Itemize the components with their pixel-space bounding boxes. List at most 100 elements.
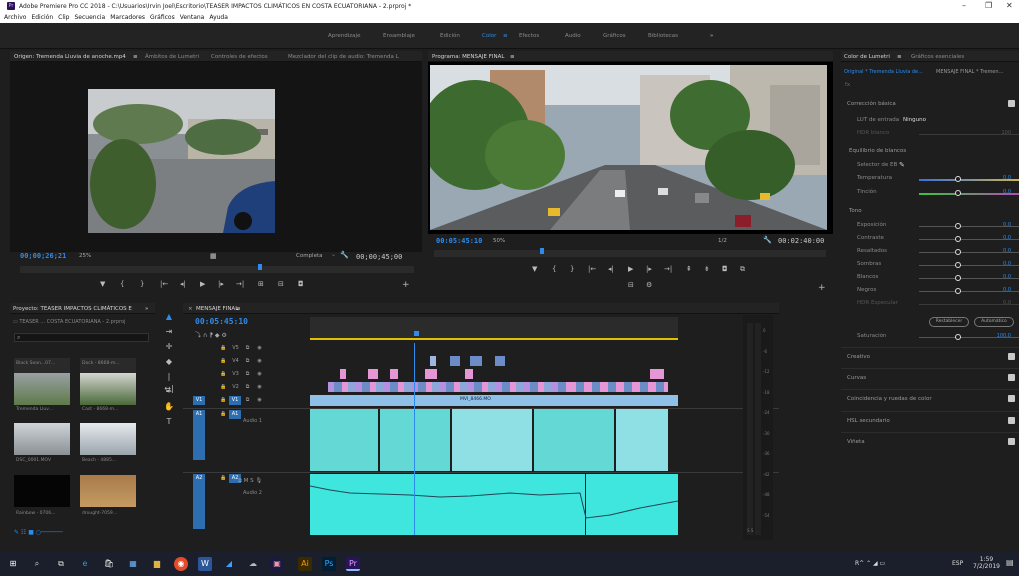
v1-label[interactable]: V1	[229, 396, 241, 405]
v2-sync-icon[interactable]: ⧉	[243, 383, 252, 392]
lumetri-source-clip[interactable]: Original * Tremenda Lluvia de...	[844, 69, 923, 75]
close-icon[interactable]: ✕	[1006, 0, 1013, 12]
program-time-ruler[interactable]	[434, 250, 826, 257]
task-view-icon[interactable]: ⧉	[54, 557, 68, 571]
workspace-menu-icon[interactable]: ≡	[503, 33, 508, 39]
program-timecode[interactable]: 00:05:45:10	[436, 237, 482, 245]
white-balance-header[interactable]: Equilibrio de blancos	[849, 148, 906, 154]
word-icon[interactable]: W	[198, 557, 212, 571]
meter-solo-labels[interactable]: S S	[747, 528, 761, 533]
workspace-ensamblaje[interactable]: Ensamblaje	[383, 33, 415, 39]
program-play-button[interactable]: ▶	[628, 265, 633, 273]
lumetri-sequence-clip[interactable]: MENSAJE FINAL * Tremen...	[936, 69, 1003, 75]
tint-value[interactable]: 0,0	[1003, 189, 1011, 195]
meter-solo-left[interactable]: S	[747, 528, 750, 533]
v4-lock-icon[interactable]: 🔒	[219, 357, 228, 366]
workspace-bibliotecas[interactable]: Bibliotecas	[648, 33, 678, 39]
app-icon-7[interactable]: ◢	[222, 557, 236, 571]
contrast-value[interactable]: 0,0	[1003, 235, 1011, 241]
project-tabs-more-icon[interactable]: »	[145, 306, 148, 312]
temperature-knob[interactable]	[955, 176, 961, 182]
color-wheels-checkbox[interactable]	[1008, 395, 1015, 402]
program-resolution[interactable]: 1/2	[718, 238, 727, 244]
program-go-in-button[interactable]: |←	[588, 265, 596, 273]
source-resolution[interactable]: Completa	[296, 253, 323, 259]
v4-sync-icon[interactable]: ⧉	[243, 357, 252, 366]
basic-correction-checkbox[interactable]	[1008, 100, 1015, 107]
v3-eye-icon[interactable]: ◉	[255, 370, 264, 379]
source-settings-icon[interactable]: 🔧	[340, 251, 349, 259]
tab-source-menu-icon[interactable]: ≡	[133, 54, 138, 60]
explorer-icon[interactable]: ▆	[150, 557, 164, 571]
workspace-graficos[interactable]: Gráficos	[603, 33, 626, 39]
v3-sync-icon[interactable]: ⧉	[243, 370, 252, 379]
project-thumb-5[interactable]	[80, 423, 136, 455]
maximize-icon[interactable]: ❐	[985, 0, 992, 12]
menu-marcadores[interactable]: Marcadores	[110, 14, 145, 21]
source-overwrite-button[interactable]: ⊟	[278, 280, 284, 288]
program-add-button[interactable]: +	[818, 283, 826, 293]
source-add-button[interactable]: +	[402, 280, 410, 290]
menu-ventana[interactable]: Ventana	[180, 14, 205, 21]
v5-sync-icon[interactable]: ⧉	[243, 344, 252, 353]
v4-eye-icon[interactable]: ◉	[255, 357, 264, 366]
v1-lock-icon[interactable]: 🔒	[219, 396, 228, 405]
workspace-edicion[interactable]: Edición	[440, 33, 460, 39]
tab-timeline[interactable]: MENSAJE FINAL	[196, 306, 238, 312]
lut-select[interactable]: Ninguno	[903, 117, 926, 123]
program-settings-icon[interactable]: 🔧	[763, 236, 772, 244]
workspace-efectos[interactable]: Efectos	[519, 33, 539, 39]
illustrator-icon[interactable]: Ai	[298, 557, 312, 571]
source-insert-button[interactable]: ⊞	[258, 280, 264, 288]
v3-lock-icon[interactable]: 🔒	[219, 370, 228, 379]
v1-sync-icon[interactable]: ⧉	[243, 396, 252, 405]
tab-effect-controls[interactable]: Controles de efectos	[211, 54, 268, 60]
language-indicator[interactable]: ESP	[952, 560, 963, 567]
work-area-bar[interactable]	[310, 338, 678, 340]
source-viewer[interactable]	[10, 62, 422, 252]
chrome-icon[interactable]: ◉	[174, 557, 188, 571]
store-icon[interactable]: 🛍	[102, 557, 116, 571]
menu-ayuda[interactable]: Ayuda	[209, 14, 228, 21]
v5-lock-icon[interactable]: 🔒	[219, 344, 228, 353]
whites-knob[interactable]	[955, 275, 961, 281]
reset-button[interactable]: Restablecer	[929, 317, 969, 327]
source-go-out-button[interactable]: →|	[236, 280, 244, 288]
highlights-knob[interactable]	[955, 249, 961, 255]
photoshop-icon[interactable]: Ps	[322, 557, 336, 571]
vignette-checkbox[interactable]	[1008, 438, 1015, 445]
section-creative[interactable]: Creativo	[841, 347, 1019, 365]
menu-secuencia[interactable]: Secuencia	[75, 14, 106, 21]
program-playhead[interactable]	[540, 248, 544, 254]
a2-lock-icon[interactable]: 🔒	[219, 474, 228, 483]
ripple-edit-tool-icon[interactable]: ✛	[163, 341, 175, 353]
source-time-ruler[interactable]	[20, 266, 414, 273]
premiere-taskbar-icon[interactable]: Pr	[346, 557, 360, 571]
tone-header[interactable]: Tono	[849, 208, 862, 214]
system-tray-icons[interactable]: R^ ⌃ ◢ ▭	[855, 560, 885, 567]
slip-tool-icon[interactable]: |↔|	[163, 371, 175, 393]
timeline-playhead-head[interactable]	[414, 331, 419, 336]
menu-edicion[interactable]: Edición	[31, 14, 53, 21]
hsl-secondary-checkbox[interactable]	[1008, 417, 1015, 424]
source-marker-button[interactable]: ▼	[100, 280, 105, 288]
timeline-ruler[interactable]	[310, 317, 678, 339]
source-resolution-caret-icon[interactable]: ⌄	[331, 251, 336, 258]
program-mark-in-button[interactable]: {	[552, 265, 556, 273]
section-color-wheels[interactable]: Coincidencia y ruedas de color	[841, 389, 1019, 407]
project-thumb-2[interactable]	[14, 373, 70, 405]
menu-clip[interactable]: Clip	[58, 14, 69, 21]
search-icon[interactable]: ⌕	[30, 557, 44, 571]
project-thumb-7[interactable]	[80, 475, 136, 507]
v5-eye-icon[interactable]: ◉	[255, 344, 264, 353]
section-hsl-secondary[interactable]: HSL secundario	[841, 411, 1019, 429]
tab-lumetri-scopes[interactable]: Ámbitos de Lumetri	[145, 54, 199, 60]
section-vignette[interactable]: Viñeta	[841, 432, 1019, 450]
section-basic-correction[interactable]: Corrección básica	[841, 97, 1019, 111]
timeline-close-icon[interactable]: ×	[188, 306, 193, 312]
tab-essential-graphics[interactable]: Gráficos esenciales	[911, 54, 964, 60]
tab-program-menu-icon[interactable]: ≡	[510, 54, 515, 60]
workspace-color[interactable]: Color	[482, 33, 496, 39]
tab-source[interactable]: Origen: Tremenda Lluvia de anoche.mp4	[14, 54, 126, 60]
creative-checkbox[interactable]	[1008, 353, 1015, 360]
